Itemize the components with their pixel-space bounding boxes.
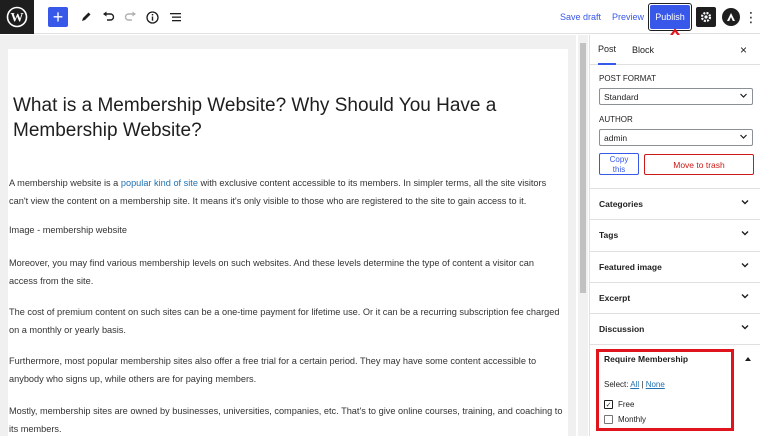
post-format-value: Standard [604,91,639,102]
panel-featured-image[interactable]: Featured image [590,251,760,282]
publish-button[interactable]: Publish [650,5,690,29]
panel-title: Categories [599,199,643,209]
membership-select-row: Select: All | None [604,380,665,389]
author-select[interactable]: admin [599,129,753,146]
checkbox[interactable] [604,415,613,424]
chevron-down-icon [741,231,749,236]
paragraph-block[interactable]: Image - membership website [9,221,565,239]
paragraph-block[interactable]: A membership website is a popular kind o… [9,174,565,210]
tab-post[interactable]: Post [598,35,617,65]
chevron-up-icon[interactable] [744,355,752,363]
membership-option-monthly[interactable]: Monthly [604,415,646,424]
copy-button-label: this [612,165,626,174]
paragraph-text: A membership website is a [9,178,121,188]
chevron-down-icon [741,263,749,268]
chevron-down-icon [741,200,749,205]
post-format-select[interactable]: Standard [599,88,753,105]
post-title[interactable]: What is a Membership Website? Why Should… [13,93,533,143]
astra-settings-button[interactable] [722,8,740,26]
save-draft-button[interactable]: Save draft [560,7,601,27]
author-value: admin [604,132,628,143]
undo-icon [102,11,114,21]
panel-tags[interactable]: Tags [590,219,760,250]
gear-icon [700,11,712,23]
membership-option-free[interactable]: ✓ Free [604,400,634,409]
paragraph-block[interactable]: Moreover, you may find various membershi… [9,254,565,290]
editor-toolbar: W + Save draft Preview Publish ⋮ [0,0,760,34]
close-icon[interactable]: × [740,43,747,57]
astra-icon [727,13,735,21]
pen-icon [82,12,91,21]
copy-button[interactable]: Copy this [599,153,639,175]
info-icon [145,10,159,24]
wordpress-logo-button[interactable]: W [0,0,34,34]
membership-panel-title[interactable]: Require Membership [604,354,688,364]
list-view-button[interactable] [167,7,183,27]
add-block-button[interactable]: + [48,7,68,27]
author-label: AUTHOR [599,115,633,124]
tab-block[interactable]: Block [632,35,654,65]
membership-option-label: Monthly [618,415,647,424]
checkbox-checked[interactable]: ✓ [604,400,613,409]
chevron-down-icon [740,93,747,98]
preview-button[interactable]: Preview [612,7,644,27]
separator: | [641,380,644,389]
editor-canvas[interactable]: What is a Membership Website? Why Should… [8,49,568,436]
wordpress-icon: W [6,6,28,28]
options-menu-button[interactable]: ⋮ [744,7,758,27]
chevron-down-icon [741,294,749,299]
panel-title: Excerpt [599,293,631,303]
paragraph-block[interactable]: The cost of premium content on such site… [9,303,565,339]
editor-scrollbar[interactable] [578,35,588,436]
panel-title: Discussion [599,324,645,334]
post-format-label: POST FORMAT [599,74,657,83]
chevron-down-icon [740,134,747,139]
copy-button-label: Copy [609,155,629,164]
paragraph-block[interactable]: Furthermore, most popular membership sit… [9,352,565,388]
membership-option-label: Free [618,400,635,409]
paragraph-block[interactable]: Mostly, membership sites are owned by bu… [9,402,565,436]
editor-area: What is a Membership Website? Why Should… [0,35,576,436]
select-none-link[interactable]: None [646,380,665,389]
panel-title: Tags [599,230,619,240]
select-all-link[interactable]: All [630,380,639,389]
chevron-down-icon [741,325,749,330]
redo-button[interactable] [122,7,138,27]
select-label: Select: [604,380,629,389]
tools-button[interactable] [78,7,94,27]
move-to-trash-button[interactable]: Move to trash [644,154,754,175]
panel-excerpt[interactable]: Excerpt [590,282,760,313]
panel-discussion[interactable]: Discussion [590,313,760,344]
panel-title: Featured image [599,262,662,272]
sidebar-tabs: Post Block × [590,35,760,65]
svg-text:W: W [11,10,24,25]
scrollbar-thumb[interactable] [580,43,586,293]
settings-button[interactable] [696,7,716,27]
panel-categories[interactable]: Categories [590,188,760,219]
inline-link[interactable]: popular kind of site [121,178,198,188]
undo-button[interactable] [100,7,116,27]
list-view-icon [169,13,181,22]
redo-icon [124,11,136,21]
details-button[interactable] [144,7,160,27]
